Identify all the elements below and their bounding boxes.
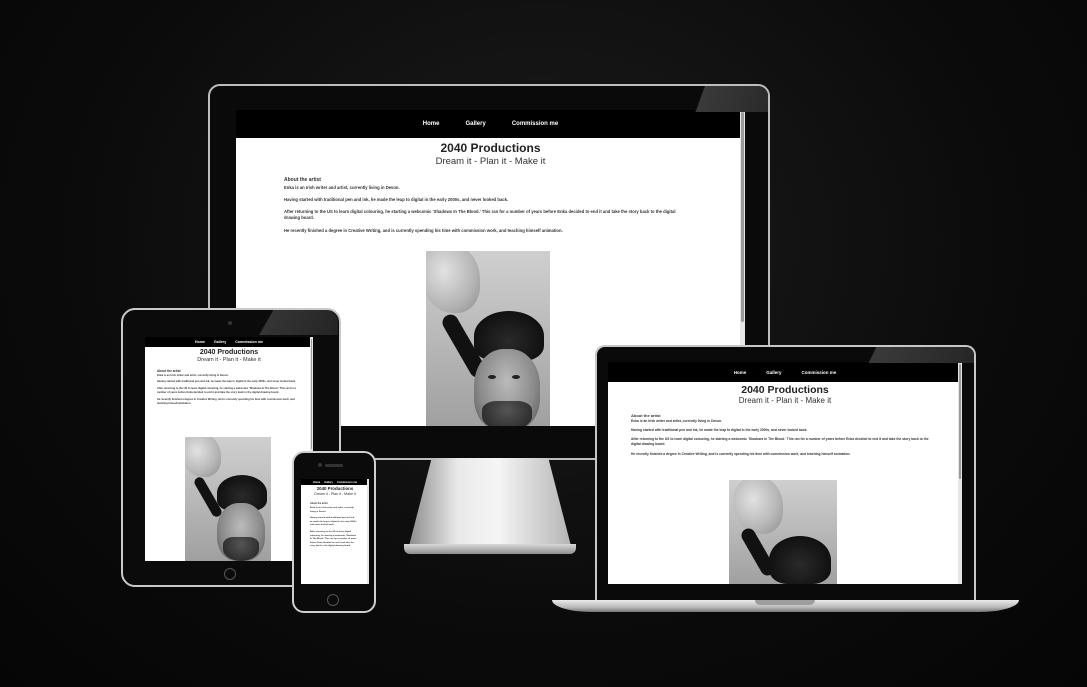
about-paragraph-1: Enka is an Irish writer and artist, curr… [157,374,229,377]
nav-commission[interactable]: Commission me [802,370,837,375]
laptop-navbar: Home Gallery Commission me [608,362,962,382]
phone-screen: Home Gallery Commission me 2040 Producti… [301,479,369,584]
about-heading: About the artist [157,369,181,373]
site-tagline: Dream it - Plan it - Make it [738,396,832,405]
about-paragraph-2: Having started with traditional pen and … [157,380,296,383]
eye-left [488,375,496,379]
nav-gallery[interactable]: Gallery [324,481,333,484]
laptop-scrollbar-thumb[interactable] [959,364,961,479]
tablet-navbar: Home Gallery Commission me [145,337,313,347]
about-heading: About the artist [631,413,661,418]
about-paragraph-4: He recently finished a degree in Creativ… [631,452,851,456]
nav-home[interactable]: Home [734,370,747,375]
tablet-glare [230,310,338,335]
about-paragraph-2: Having started with traditional pen and … [284,197,509,202]
about-paragraph-3: After returning to the US to learn digit… [284,209,676,220]
laptop-notch [755,600,815,605]
phone-speaker [325,464,343,467]
nav-commission[interactable]: Commission me [235,340,263,344]
about-paragraph-2: Having started with traditional pen and … [631,428,808,432]
about-paragraph-3: After returning to the US to learn digit… [157,387,297,394]
site-title: 2040 Productions [440,141,541,155]
about-section: About the artist Enka is an Irish writer… [284,177,685,233]
nav-home[interactable]: Home [423,121,440,127]
hand-shape [426,251,480,313]
about-paragraph-1: Enka is an Irish writer and artist, curr… [631,419,723,423]
phone-navbar: Home Gallery Commission me [301,479,369,485]
about-paragraph-2: Having started with traditional pen and … [310,517,357,527]
artist-photo [729,480,837,584]
about-section: About the artist Enka is an Irish writer… [631,413,932,456]
site-title: 2040 Productions [199,349,259,356]
about-paragraph-4: He recently finished a degree in Creativ… [284,228,563,233]
site-tagline: Dream it - Plan it - Make it [197,357,261,363]
about-paragraph-4: He recently finished a degree in Creativ… [157,398,295,405]
phone-scrollbar[interactable] [367,479,369,584]
nav-home[interactable]: Home [313,481,320,484]
tablet-home-button[interactable] [224,568,236,580]
eye-right [512,375,520,379]
monitor-glare [665,86,768,112]
about-heading: About the artist [284,177,321,183]
phone-home-button[interactable] [327,594,339,606]
beard-shape [482,401,532,426]
tablet-scrollbar-thumb[interactable] [311,339,312,449]
about-paragraph-3: After returning to the US to learn digit… [310,530,357,548]
hair-shape [769,536,831,584]
artist-photo [185,437,271,561]
site-tagline: Dream it - Plan it - Make it [314,492,356,496]
laptop-scrollbar[interactable] [958,362,962,584]
nav-commission[interactable]: Commission me [512,121,558,127]
about-paragraph-1: Enka is an Irish writer and artist, curr… [284,185,400,190]
tablet-screen: Home Gallery Commission me 2040 Producti… [145,337,313,561]
hand-shape [733,480,783,534]
site-tagline: Dream it - Plan it - Make it [435,156,546,167]
about-section: About the artist Enka is an Irish writer… [157,369,299,406]
laptop-glare [830,347,974,363]
monitor-stand-base [404,544,576,554]
about-paragraph-1: Enka is an Irish writer and artist, curr… [310,507,354,513]
nav-home[interactable]: Home [195,340,205,344]
nav-commission[interactable]: Commission me [337,481,357,484]
artist-photo [426,251,550,426]
about-section: About the artist Enka is an Irish writer… [310,502,357,549]
monitor-stand [409,458,571,546]
desktop-navbar: Home Gallery Commission me [236,110,745,138]
laptop-screen: Home Gallery Commission me 2040 Producti… [608,362,962,584]
nav-gallery[interactable]: Gallery [214,340,226,344]
responsive-mockup: Home Gallery Commission me 2040 Producti… [0,0,1087,687]
beard-shape [223,537,259,561]
desktop-scrollbar-thumb[interactable] [741,112,744,322]
nav-gallery[interactable]: Gallery [766,370,781,375]
about-heading: About the artist [310,502,328,505]
site-title: 2040 Productions [741,384,829,396]
about-paragraph-3: After returning to the US to learn digit… [631,437,929,446]
hand-shape [185,437,221,477]
site-title: 2040 Productions [316,486,354,491]
nav-gallery[interactable]: Gallery [465,121,485,127]
phone-camera [318,463,322,467]
